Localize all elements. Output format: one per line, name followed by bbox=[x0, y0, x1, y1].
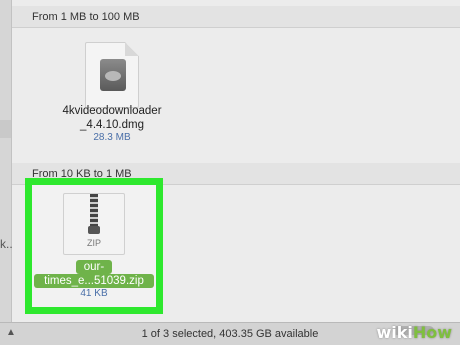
section-header-1mb-100mb: From 1 MB to 100 MB bbox=[12, 6, 460, 28]
wikihow-watermark: wikiHow bbox=[376, 323, 452, 342]
sidebar-item[interactable] bbox=[0, 120, 11, 138]
section-header-label: From 1 MB to 100 MB bbox=[32, 11, 140, 23]
file-size: 41 KB bbox=[80, 288, 108, 299]
zip-archive-icon: ZIP bbox=[63, 193, 125, 255]
file-size: 28.3 MB bbox=[93, 132, 131, 143]
file-name-line-1: 4kvideodownloader bbox=[62, 105, 162, 117]
sidebar: k... bbox=[0, 0, 16, 322]
file-name-line-1: our- bbox=[83, 261, 105, 273]
file-name-line-2: _4.4.10.dmg bbox=[80, 119, 144, 131]
file-item-zip[interactable]: ZIP our- times_e...51039.zip 41 KB bbox=[32, 185, 156, 307]
file-item-dmg[interactable]: 4kvideodownloader _4.4.10.dmg 28.3 MB bbox=[52, 32, 172, 152]
dmg-disk-image-icon bbox=[85, 42, 139, 108]
file-name-line-2: times_e...51039.zip bbox=[44, 275, 144, 287]
zip-icon-label: ZIP bbox=[86, 238, 101, 248]
